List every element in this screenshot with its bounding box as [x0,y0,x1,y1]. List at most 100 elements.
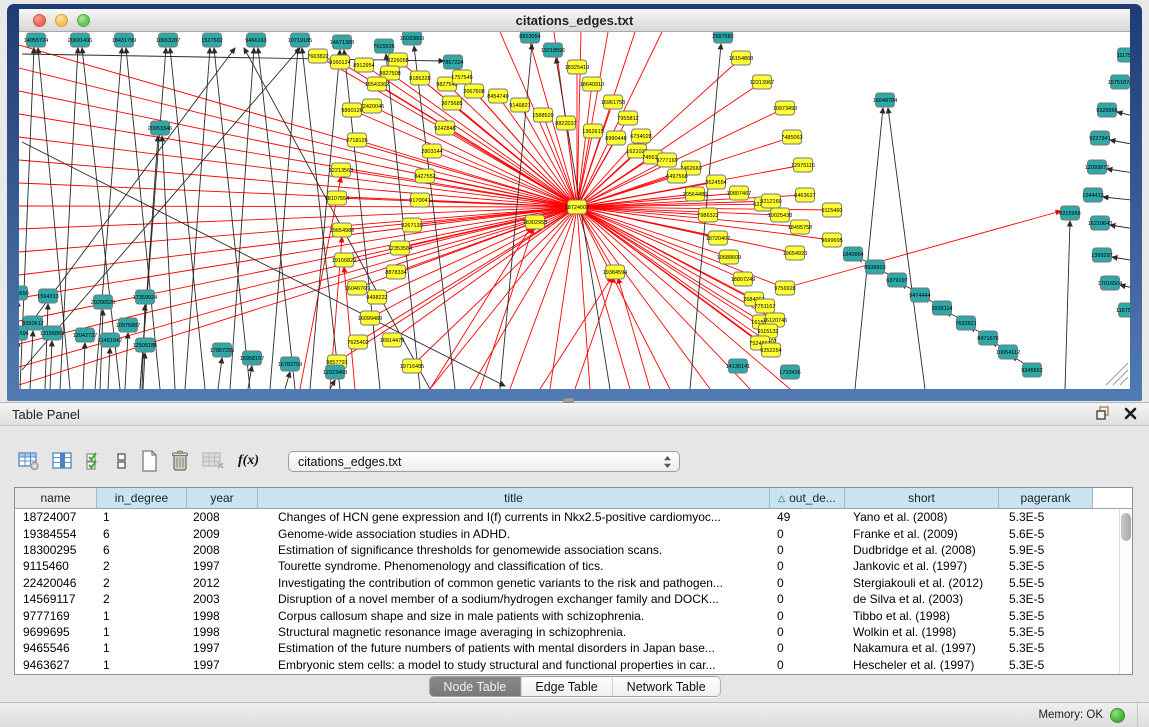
graph-node[interactable]: 16543362 [365,77,389,91]
graph-node[interactable]: 9498222 [366,290,387,304]
graph-node[interactable]: 10807467 [727,186,751,200]
graph-node[interactable]: 18495758 [788,220,812,234]
graph-node[interactable]: 18640910 [580,77,604,91]
graph-node[interactable]: 18325419 [565,60,589,74]
graph-node[interactable]: 7986322 [697,208,718,222]
graph-node[interactable]: 16914479 [380,333,404,347]
graph-node[interactable]: 14055724 [24,33,48,47]
column-header-short[interactable]: short [845,488,999,508]
graph-node[interactable]: 18720407 [706,231,730,245]
graph-node[interactable]: 8427552 [414,169,435,183]
graph-node[interactable]: 9466163 [245,33,266,47]
graph-node[interactable]: 12093872 [1085,160,1109,174]
table-scrollbar-thumb[interactable] [1121,513,1131,541]
network-canvas[interactable]: 1405572420691406184317991065328715276029… [19,32,1130,389]
graph-node[interactable]: 7485063 [781,130,802,144]
graph-node[interactable]: 17016504 [1098,276,1122,290]
graph-node[interactable]: 2718126 [346,133,367,147]
graph-node[interactable]: 10973493 [773,101,797,115]
graph-node[interactable]: 8822037 [555,116,576,130]
graph-node[interactable]: 3675685 [441,96,462,110]
graph-node[interactable]: 19654985 [330,223,354,237]
graph-node[interactable]: 9777169 [656,153,677,167]
graph-node[interactable]: 1244413 [1082,188,1103,202]
graph-node[interactable]: 8186328 [409,71,430,85]
graph-node[interactable]: 10025438 [768,208,792,222]
graph-node[interactable]: 6497568 [666,169,687,183]
graph-node[interactable]: 9474444 [909,288,930,302]
graph-node[interactable]: 12505185 [133,338,157,352]
graph-node[interactable]: 20053346 [148,121,172,135]
tab-node-table[interactable]: Node Table [429,677,521,696]
table-row[interactable]: 946362711997Embryonic stem cells: a mode… [15,657,1132,673]
graph-node[interactable]: 9160124 [329,55,350,69]
graph-node[interactable]: 13156869 [40,326,64,340]
table-row[interactable]: 2242004622012Investigating the contribut… [15,575,1132,591]
memory-status-button[interactable] [1110,708,1125,723]
graph-node[interactable]: 9699695 [821,233,842,247]
graph-node[interactable]: 2667608 [463,84,484,98]
table-selector-combobox[interactable]: citations_edges.txt [288,451,680,472]
graph-node[interactable]: 10688609 [717,250,741,264]
graph-node[interactable]: 17359924 [133,290,157,304]
graph-node[interactable]: 12923468 [323,365,347,379]
graph-node[interactable]: 10654112 [996,345,1020,359]
graph-node[interactable]: 16099489 [358,311,382,325]
graph-node[interactable]: 1117534 [1117,48,1130,62]
graph-node[interactable]: 19218596 [541,43,565,57]
graph-node[interactable]: 8878334 [385,265,406,279]
table-row[interactable]: 946554611997Estimation of the future num… [15,640,1132,656]
graph-node[interactable]: 16154808 [729,51,753,65]
graph-node[interactable]: 2803144 [421,144,442,158]
graph-node[interactable]: 9115460 [821,203,842,217]
graph-node[interactable]: 1362615 [582,124,603,138]
graph-node[interactable]: 8215958 [1059,206,1080,220]
graph-node[interactable]: 9252254 [760,343,781,357]
graph-node[interactable]: 7632621 [955,316,976,330]
graph-node[interactable]: 8454749 [487,89,508,103]
graph-node[interactable]: 1757546 [451,70,472,84]
table-row[interactable]: 1830029562008Estimation of significance … [15,542,1132,558]
graph-node[interactable]: 8471676 [977,331,998,345]
graph-node[interactable]: 20564486 [683,187,707,201]
close-panel-icon[interactable] [1124,407,1137,420]
graph-node[interactable]: 18807249 [731,272,755,286]
graph-node[interactable]: 8990448 [605,131,626,145]
graph-node[interactable]: 9391594 [19,326,29,340]
column-header-year[interactable]: year [187,488,258,508]
graph-node[interactable]: 9756928 [774,281,795,295]
float-panel-icon[interactable] [1096,406,1110,420]
graph-node[interactable]: 7857224 [442,55,463,69]
graph-node[interactable]: 16648784 [873,93,897,107]
graph-node[interactable]: 9146821 [509,98,530,112]
graph-node[interactable]: 6379197 [886,273,907,287]
graph-node[interactable]: 12213563 [329,163,353,177]
graph-node[interactable]: 7663822 [307,49,328,63]
graph-node[interactable]: 22420046 [360,99,384,113]
graph-node[interactable]: 8912954 [353,58,374,72]
graph-node[interactable]: 20691406 [68,33,92,47]
graph-node[interactable]: 9890126 [341,103,362,117]
column-header-pagerank[interactable]: pagerank [999,488,1093,508]
tab-edge-table[interactable]: Edge Table [521,677,612,696]
graph-node[interactable]: 18431799 [112,33,136,47]
network-graph[interactable]: 1405572420691406184317991065328715276029… [19,32,1130,389]
graph-node[interactable]: 12042737 [73,328,97,342]
graph-node[interactable]: 2935114 [931,301,952,315]
window-resize-grip[interactable] [1106,363,1128,385]
graph-node[interactable]: 1527602 [201,33,222,47]
graph-node[interactable]: 2160650 [19,286,29,300]
network-window-titlebar[interactable]: citations_edges.txt [19,9,1130,32]
graph-node[interactable]: 12975115 [791,158,815,172]
graph-node[interactable]: 14671388 [330,35,354,49]
table-scrollbar[interactable] [1119,509,1132,674]
graph-node[interactable]: 18302953 [523,215,547,229]
graph-node[interactable]: 20206526 [91,295,115,309]
table-row[interactable]: 1938455462009Genome-wide association stu… [15,525,1132,541]
table-row[interactable]: 977716911998Corpus callosum shape and si… [15,607,1132,623]
select-rows-check-icon[interactable] [86,451,104,471]
graph-node[interactable]: 1399297 [1091,248,1112,262]
graph-node[interactable]: 8267130 [401,218,422,232]
graph-node[interactable]: 18724007 [565,200,589,214]
graph-node[interactable]: 19166829 [332,253,356,267]
